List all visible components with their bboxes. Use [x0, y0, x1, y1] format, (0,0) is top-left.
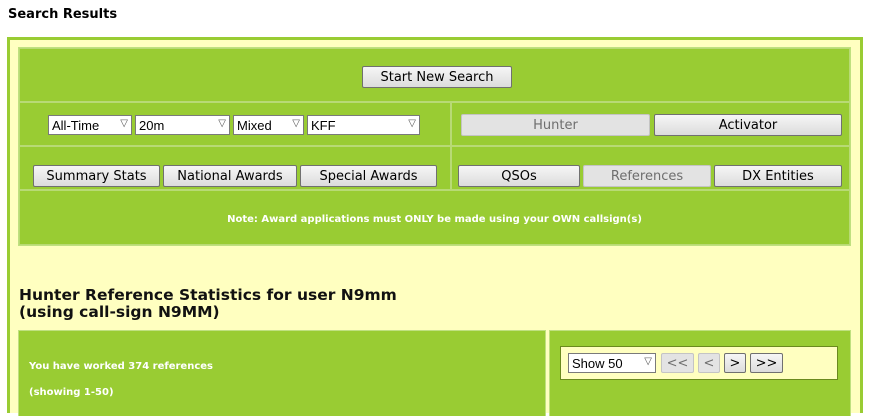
pagination-panel: Show 50 ▽ << < > >>	[549, 330, 851, 416]
references-button[interactable]: References	[583, 165, 711, 187]
page-size-select[interactable]: Show 50 ▽	[568, 353, 656, 373]
special-awards-button[interactable]: Special Awards	[300, 165, 437, 187]
results-heading-line1: Hunter Reference Statistics for user N9m…	[19, 286, 397, 304]
views-cell: QSOs References DX Entities	[451, 146, 850, 190]
period-select-value: All-Time	[52, 117, 100, 133]
mode-select[interactable]: Mixed ▽	[233, 115, 304, 135]
pager-controls: Show 50 ▽ << < > >>	[560, 346, 838, 380]
role-cell: Hunter Activator	[451, 102, 850, 146]
filters-group: All-Time ▽ 20m ▽ Mixed ▽ KFF ▽	[48, 115, 448, 135]
mode-select-value: Mixed	[237, 117, 272, 133]
search-controls-panel: Start New Search All-Time ▽ 20m ▽ Mixed …	[18, 47, 851, 246]
program-select-value: KFF	[311, 117, 336, 133]
last-page-button[interactable]: >>	[750, 353, 783, 373]
page-size-value: Show 50	[572, 355, 623, 371]
program-select[interactable]: KFF ▽	[307, 115, 420, 135]
national-awards-button[interactable]: National Awards	[163, 165, 297, 187]
filters-cell: All-Time ▽ 20m ▽ Mixed ▽ KFF ▽	[19, 102, 451, 146]
next-page-button[interactable]: >	[724, 353, 746, 373]
first-page-button[interactable]: <<	[661, 353, 694, 373]
results-heading-line2: (using call-sign N9MM)	[19, 303, 220, 321]
worked-count-text: You have worked 374 references	[29, 361, 213, 372]
new-search-row: Start New Search	[19, 48, 850, 102]
previous-page-button[interactable]: <	[698, 353, 720, 373]
dx-entities-button[interactable]: DX Entities	[714, 165, 842, 187]
start-new-search-button[interactable]: Start New Search	[362, 66, 512, 88]
results-heading: Hunter Reference Statistics for user N9m…	[19, 287, 397, 321]
qsos-button[interactable]: QSOs	[458, 165, 580, 187]
chevron-down-icon: ▽	[218, 118, 226, 129]
chevron-down-icon: ▽	[644, 356, 652, 367]
search-results-panel: Start New Search All-Time ▽ 20m ▽ Mixed …	[7, 37, 863, 416]
chevron-down-icon: ▽	[408, 118, 416, 129]
hunter-button[interactable]: Hunter	[461, 114, 650, 136]
chevron-down-icon: ▽	[120, 118, 128, 129]
page-title: Search Results	[8, 7, 118, 22]
showing-range-text: (showing 1-50)	[29, 387, 114, 398]
chevron-down-icon: ▽	[292, 118, 300, 129]
activator-button[interactable]: Activator	[654, 114, 842, 136]
period-select[interactable]: All-Time ▽	[48, 115, 132, 135]
results-summary-panel: You have worked 374 references (showing …	[18, 330, 546, 416]
summary-stats-button[interactable]: Summary Stats	[33, 165, 160, 187]
band-select[interactable]: 20m ▽	[135, 115, 230, 135]
stats-cell: Summary Stats National Awards Special Aw…	[19, 146, 451, 190]
award-note: Note: Award applications must ONLY be ma…	[227, 214, 642, 225]
band-select-value: 20m	[139, 117, 165, 133]
